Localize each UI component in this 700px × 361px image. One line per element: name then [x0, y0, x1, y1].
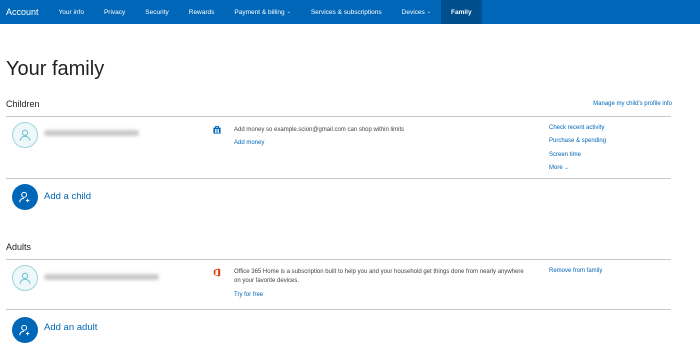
page-title: Your family [6, 58, 105, 80]
divider [6, 178, 671, 179]
nav-label: Payment & billing [234, 8, 285, 16]
person-icon [19, 129, 31, 141]
nav-family[interactable]: Family [440, 0, 482, 24]
add-person-icon [19, 324, 30, 336]
microsoft-store-icon [213, 126, 221, 134]
top-nav: Account Your info Privacy Security Rewar… [0, 0, 700, 24]
child-service-text: Add money so example.scion@gmail.com can… [234, 127, 405, 133]
nav-label: Privacy [103, 8, 126, 16]
person-icon [19, 272, 31, 284]
divider [6, 259, 671, 260]
add-adult-icon[interactable] [12, 317, 38, 343]
divider [6, 309, 671, 310]
nav-security[interactable]: Security [135, 0, 178, 24]
adult-avatar [12, 265, 38, 291]
nav-label: Your info [58, 8, 84, 16]
add-money-link[interactable]: Add money [234, 140, 264, 146]
nav-label: Services & subscriptions [310, 8, 382, 16]
screen-time-link[interactable]: Screen time [549, 152, 581, 158]
divider [6, 116, 671, 117]
add-child-icon[interactable] [12, 184, 38, 210]
nav-your-info[interactable]: Your info [49, 0, 94, 24]
purchase-spending-link[interactable]: Purchase & spending [549, 138, 606, 144]
more-label: More [549, 165, 563, 171]
chevron-down-icon: ⌄ [286, 9, 291, 15]
nav-label: Devices [401, 8, 425, 16]
child-avatar [12, 122, 38, 148]
nav-label: Rewards [188, 8, 215, 16]
office-service-text-line1: Office 365 Home is a subscription built … [234, 269, 524, 275]
nav-privacy[interactable]: Privacy [94, 0, 135, 24]
office-service-text-line2: on your favorite devices. [234, 278, 300, 284]
nav-label: Family [450, 8, 472, 16]
adult-email-blurred-bar [44, 274, 159, 280]
adults-heading: Adults [6, 242, 32, 252]
chevron-down-icon: ⌄ [426, 9, 431, 15]
children-heading: Children [6, 99, 40, 109]
nav-label: Security [145, 8, 169, 16]
add-person-icon [19, 191, 30, 203]
remove-from-family-link[interactable]: Remove from family [549, 268, 602, 274]
nav-payment-billing[interactable]: Payment & billing ⌄ [224, 0, 300, 24]
manage-child-profile-link[interactable]: Manage my child's profile info [593, 101, 672, 107]
account-brand[interactable]: Account [0, 0, 49, 24]
try-for-free-link[interactable]: Try for free [234, 292, 263, 298]
child-email-blurred [44, 130, 139, 136]
more-link[interactable]: More ⌄ [549, 165, 569, 171]
nav-rewards[interactable]: Rewards [179, 0, 225, 24]
nav-devices[interactable]: Devices ⌄ [392, 0, 441, 24]
office-icon [213, 268, 221, 277]
add-adult-link[interactable]: Add an adult [44, 322, 97, 333]
add-child-link[interactable]: Add a child [44, 191, 91, 202]
nav-services-subscriptions[interactable]: Services & subscriptions [301, 0, 392, 24]
check-recent-activity-link[interactable]: Check recent activity [549, 125, 604, 131]
chevron-down-icon: ⌄ [564, 165, 569, 171]
